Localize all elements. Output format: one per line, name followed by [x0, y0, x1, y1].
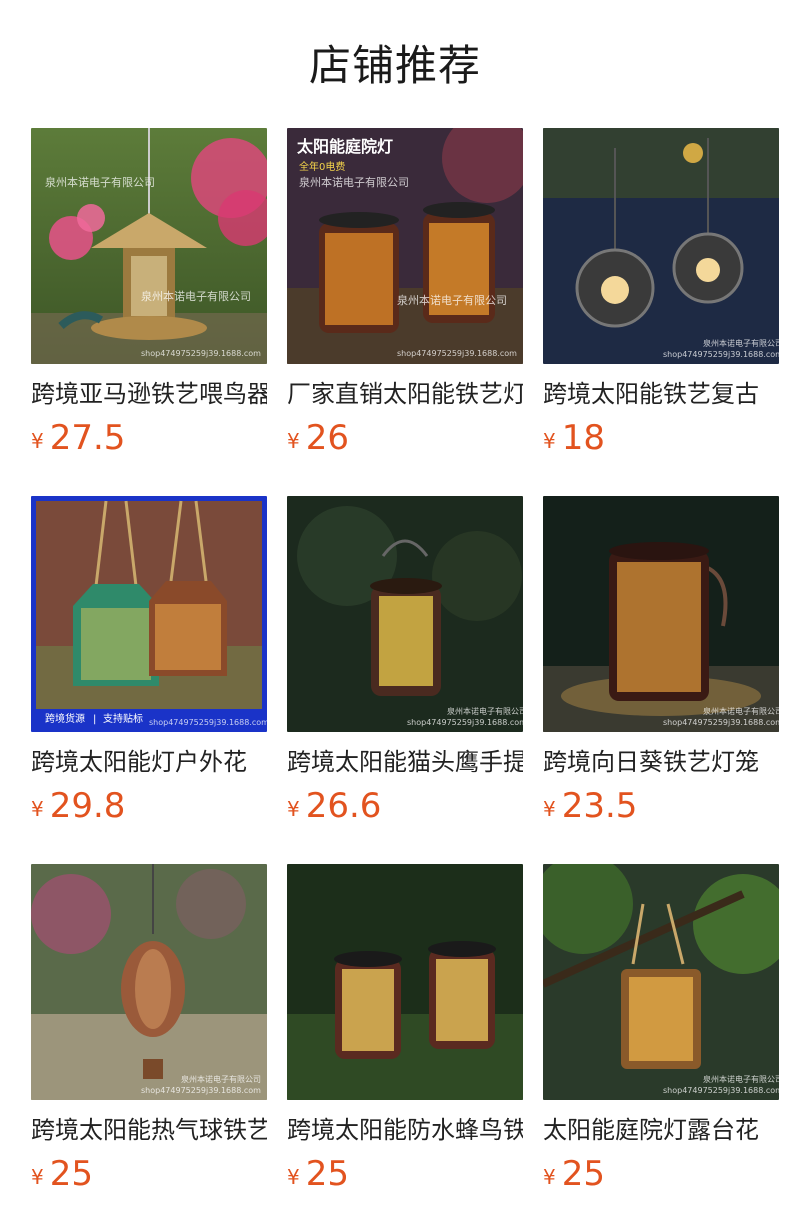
product-card[interactable]: 泉州本诺电子有限公司 shop474975259j39.1688.com 跨境向…	[543, 496, 779, 826]
product-title[interactable]: 太阳能庭院灯露台花	[543, 1114, 779, 1146]
product-image-rattan-lantern[interactable]: 泉州本诺电子有限公司 shop474975259j39.1688.com	[543, 864, 779, 1100]
svg-text:泉州本诺电子有限公司: 泉州本诺电子有限公司	[181, 1074, 261, 1084]
currency-symbol: ¥	[31, 797, 44, 821]
product-price: 25	[305, 1154, 349, 1194]
svg-text:shop474975259j39.1688.com: shop474975259j39.1688.com	[141, 1086, 261, 1095]
product-image-flower-lanterns[interactable]: 跨境货源 | 支持贴标 shop474975259j39.1688.com	[31, 496, 267, 732]
product-title[interactable]: 厂家直销太阳能铁艺灯	[287, 378, 523, 410]
product-title[interactable]: 跨境太阳能猫头鹰手提	[287, 746, 523, 778]
price-row: ¥18	[543, 418, 779, 458]
currency-symbol: ¥	[543, 797, 556, 821]
svg-text:泉州本诺电子有限公司: 泉州本诺电子有限公司	[299, 175, 409, 189]
svg-text:泉州本诺电子有限公司: 泉州本诺电子有限公司	[447, 706, 523, 716]
product-image-solar-garden-lights[interactable]: 太阳能庭院灯 全年0电费 泉州本诺电子有限公司 泉州本诺电子有限公司 shop4…	[287, 128, 523, 364]
currency-symbol: ¥	[31, 1165, 44, 1189]
product-price: 23.5	[561, 786, 638, 826]
price-row: ¥25	[31, 1154, 267, 1194]
product-grid: 泉州本诺电子有限公司 泉州本诺电子有限公司 shop474975259j39.1…	[0, 128, 790, 1232]
product-image-hanging-sphere-lanterns[interactable]: 泉州本诺电子有限公司 shop474975259j39.1688.com	[543, 128, 779, 364]
svg-text:shop474975259j39.1688.com: shop474975259j39.1688.com	[149, 718, 267, 727]
product-image-hot-air-balloon-lantern[interactable]: 泉州本诺电子有限公司 shop474975259j39.1688.com	[31, 864, 267, 1100]
product-price: 26.6	[305, 786, 382, 826]
product-image-sunflower-lantern[interactable]: 泉州本诺电子有限公司 shop474975259j39.1688.com	[543, 496, 779, 732]
currency-symbol: ¥	[287, 1165, 300, 1189]
product-card[interactable]: 太阳能庭院灯 全年0电费 泉州本诺电子有限公司 泉州本诺电子有限公司 shop4…	[287, 128, 523, 458]
product-price: 26	[305, 418, 349, 458]
svg-text:泉州本诺电子有限公司: 泉州本诺电子有限公司	[703, 338, 779, 348]
svg-text:shop474975259j39.1688.com: shop474975259j39.1688.com	[407, 718, 523, 727]
product-image-owl-lantern[interactable]: 泉州本诺电子有限公司 shop474975259j39.1688.com	[287, 496, 523, 732]
svg-text:shop474975259j39.1688.com: shop474975259j39.1688.com	[397, 349, 517, 358]
svg-text:shop474975259j39.1688.com: shop474975259j39.1688.com	[663, 718, 779, 727]
product-title[interactable]: 跨境太阳能防水蜂鸟铁	[287, 1114, 523, 1146]
product-image-bird-feeder[interactable]: 泉州本诺电子有限公司 泉州本诺电子有限公司 shop474975259j39.1…	[31, 128, 267, 364]
currency-symbol: ¥	[543, 1165, 556, 1189]
product-card[interactable]: 泉州本诺电子有限公司 shop474975259j39.1688.com 太阳能…	[543, 864, 779, 1194]
product-price: 27.5	[49, 418, 126, 458]
svg-text:支持贴标: 支持贴标	[103, 712, 143, 725]
product-title[interactable]: 跨境太阳能热气球铁艺	[31, 1114, 267, 1146]
product-card[interactable]: 泉州本诺电子有限公司 shop474975259j39.1688.com 跨境太…	[287, 496, 523, 826]
svg-text:泉州本诺电子有限公司: 泉州本诺电子有限公司	[141, 289, 251, 303]
product-card[interactable]: 跨境货源 | 支持贴标 shop474975259j39.1688.com 跨境…	[31, 496, 267, 826]
svg-text:泉州本诺电子有限公司: 泉州本诺电子有限公司	[703, 706, 779, 716]
price-row: ¥25	[287, 1154, 523, 1194]
svg-text:泉州本诺电子有限公司: 泉州本诺电子有限公司	[397, 293, 507, 307]
currency-symbol: ¥	[287, 797, 300, 821]
product-price: 25	[49, 1154, 93, 1194]
product-price: 25	[561, 1154, 605, 1194]
svg-text:shop474975259j39.1688.com: shop474975259j39.1688.com	[663, 1086, 779, 1095]
price-row: ¥23.5	[543, 786, 779, 826]
product-title[interactable]: 跨境太阳能铁艺复古	[543, 378, 779, 410]
svg-text:|: |	[93, 714, 96, 725]
product-title[interactable]: 跨境亚马逊铁艺喂鸟器	[31, 378, 267, 410]
currency-symbol: ¥	[287, 429, 300, 453]
svg-text:泉州本诺电子有限公司: 泉州本诺电子有限公司	[703, 1074, 779, 1084]
product-title[interactable]: 跨境向日葵铁艺灯笼	[543, 746, 779, 778]
product-card[interactable]: 泉州本诺电子有限公司 泉州本诺电子有限公司 shop474975259j39.1…	[31, 128, 267, 458]
svg-text:shop474975259j39.1688.com: shop474975259j39.1688.com	[663, 350, 779, 359]
product-price: 29.8	[49, 786, 126, 826]
svg-text:太阳能庭院灯: 太阳能庭院灯	[296, 137, 393, 156]
svg-text:泉州本诺电子有限公司: 泉州本诺电子有限公司	[45, 175, 155, 189]
svg-text:跨境货源: 跨境货源	[45, 712, 85, 725]
currency-symbol: ¥	[31, 429, 44, 453]
product-image-hummingbird-lanterns[interactable]	[287, 864, 523, 1100]
svg-text:全年0电费: 全年0电费	[299, 160, 345, 173]
price-row: ¥29.8	[31, 786, 267, 826]
svg-text:shop474975259j39.1688.com: shop474975259j39.1688.com	[141, 349, 261, 358]
price-row: ¥25	[543, 1154, 779, 1194]
price-row: ¥26	[287, 418, 523, 458]
price-row: ¥26.6	[287, 786, 523, 826]
product-title[interactable]: 跨境太阳能灯户外花	[31, 746, 267, 778]
price-row: ¥27.5	[31, 418, 267, 458]
product-card[interactable]: 泉州本诺电子有限公司 shop474975259j39.1688.com 跨境太…	[543, 128, 779, 458]
product-card[interactable]: 跨境太阳能防水蜂鸟铁 ¥25	[287, 864, 523, 1194]
currency-symbol: ¥	[543, 429, 556, 453]
product-card[interactable]: 泉州本诺电子有限公司 shop474975259j39.1688.com 跨境太…	[31, 864, 267, 1194]
page-title: 店铺推荐	[308, 41, 481, 90]
product-price: 18	[561, 418, 605, 458]
